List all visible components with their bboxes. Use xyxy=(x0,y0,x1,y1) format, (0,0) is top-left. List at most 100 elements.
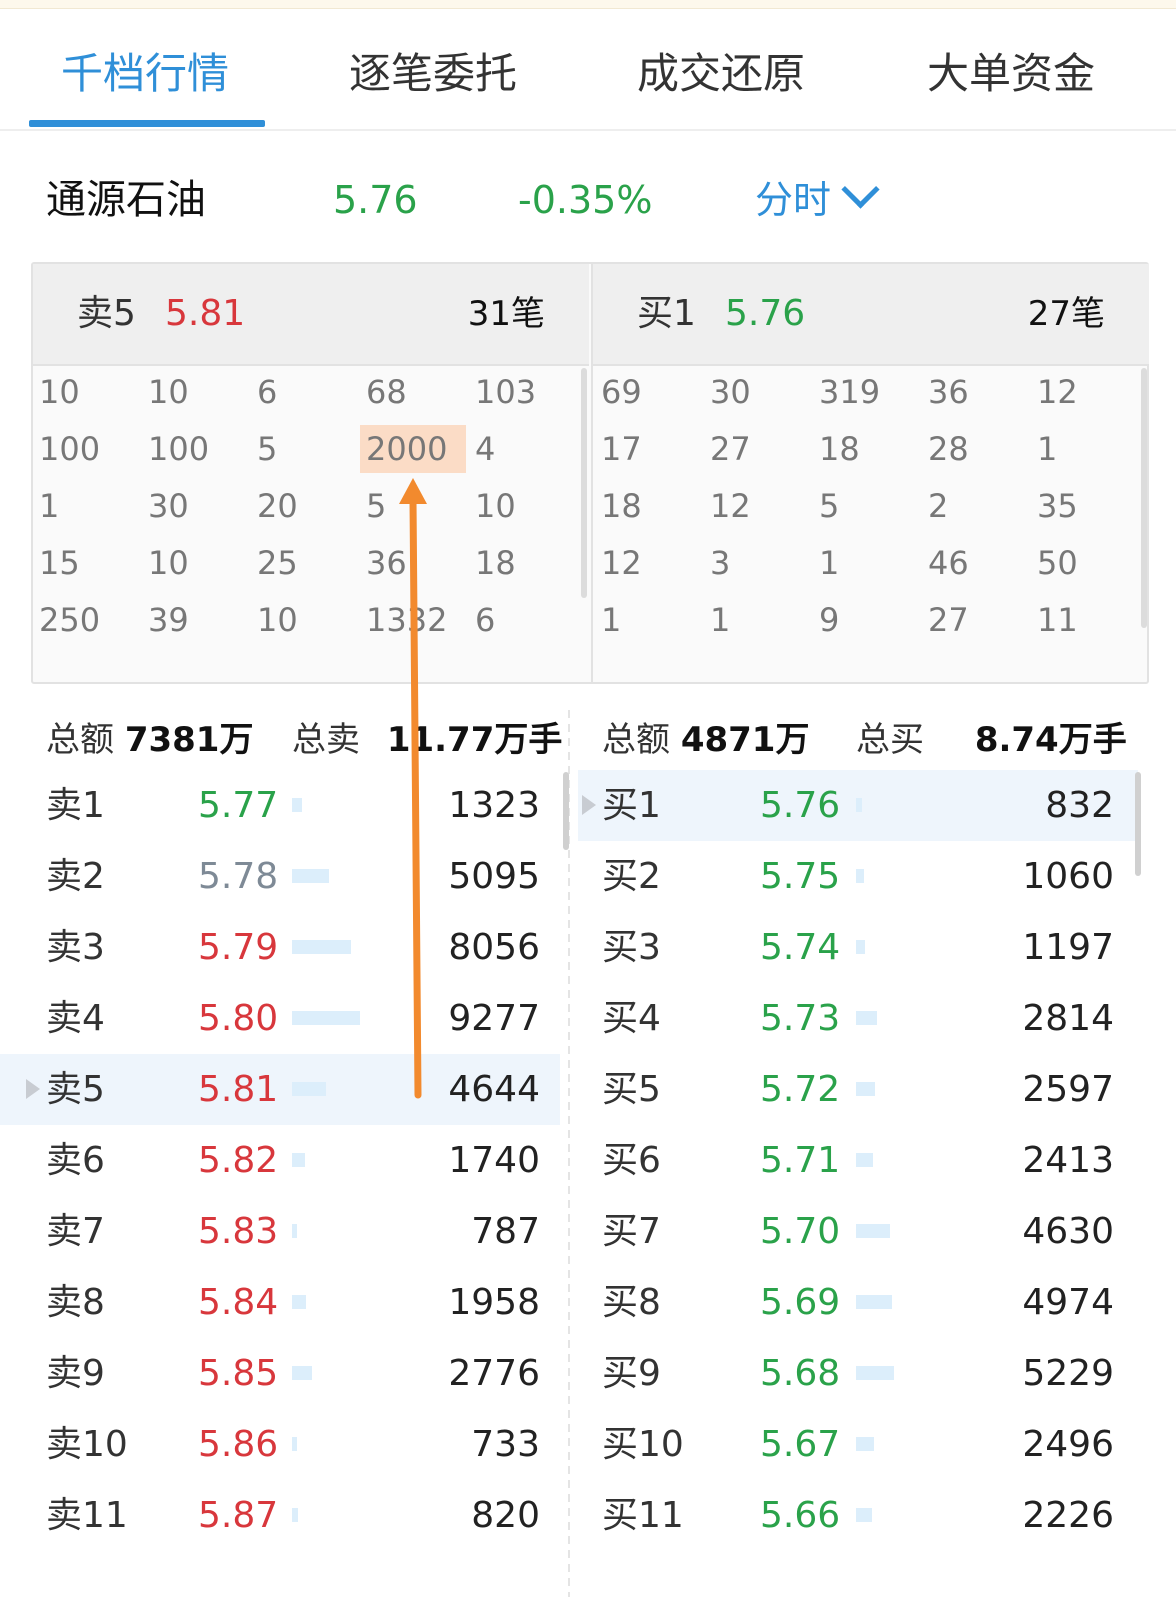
sell-queue-cell: 18 xyxy=(475,544,516,582)
sell-queue-grid: 10 10 6 68 103 100 100 5 2000 4 1 30 20 5 10 15 10 25 36 18… xyxy=(33,368,589,653)
ask-level-row[interactable]: 卖3 5.79 8056 xyxy=(0,912,560,983)
bid-level-volume: 1060 xyxy=(1022,856,1114,897)
ask-level-row[interactable]: 卖2 5.78 5095 xyxy=(0,841,560,912)
bid-volume-bar xyxy=(856,1011,877,1025)
ask-level-volume: 4644 xyxy=(448,1069,540,1110)
buy-queue-row: 1 1 9 27 11 xyxy=(593,596,1149,653)
bid-volume-bar xyxy=(856,940,865,954)
bid-level-label: 买9 xyxy=(602,1353,661,1394)
bid-level-row[interactable]: 买10 5.67 2496 xyxy=(578,1409,1138,1480)
bid-level-price: 5.72 xyxy=(760,1069,841,1110)
tab-bar: 千档行情 逐笔委托 成交还原 大单资金 xyxy=(0,9,1176,131)
ask-level-row[interactable]: 卖1 5.77 1323 xyxy=(0,770,560,841)
bid-level-volume: 2496 xyxy=(1022,1424,1114,1465)
top-strip xyxy=(0,0,1176,9)
bid-book-scrollbar[interactable] xyxy=(1135,772,1141,876)
buy-queue-row: 17 27 18 28 1 xyxy=(593,425,1149,482)
ask-level-price: 5.81 xyxy=(198,1069,279,1110)
sell-queue-header: 卖5 5.81 31笔 xyxy=(33,264,589,366)
period-label: 分时 xyxy=(755,178,832,222)
ask-level-price: 5.78 xyxy=(198,856,279,897)
bid-level-row[interactable]: 买9 5.68 5229 xyxy=(578,1338,1138,1409)
bid-level-label: 买10 xyxy=(602,1424,684,1465)
stock-price: 5.76 xyxy=(333,178,418,222)
stock-name: 通源石油 xyxy=(46,177,206,223)
stock-header: 通源石油 5.76 -0.35% 分时 xyxy=(0,160,1176,240)
bid-level-row[interactable]: 买2 5.75 1060 xyxy=(578,841,1138,912)
bid-level-label: 买3 xyxy=(602,927,661,968)
ask-level-label: 卖2 xyxy=(46,856,105,897)
buy-volume-label: 总买 xyxy=(856,720,924,760)
buy-queue-cell: 3 xyxy=(710,544,731,582)
bid-level-row[interactable]: 买1 5.76 832 xyxy=(578,770,1138,841)
ask-level-row[interactable]: 卖6 5.82 1740 xyxy=(0,1125,560,1196)
bid-level-row[interactable]: 买8 5.69 4974 xyxy=(578,1267,1138,1338)
sell-queue-cell: 6 xyxy=(475,601,496,639)
ask-level-label: 卖3 xyxy=(46,927,105,968)
sell-queue-cell: 10 xyxy=(475,487,516,525)
buy-queue-cell: 27 xyxy=(928,601,969,639)
bid-volume-bar xyxy=(856,1295,892,1309)
ask-volume-bar xyxy=(292,1366,312,1380)
ask-book-scrollbar[interactable] xyxy=(563,772,569,850)
buy-queue-cell: 35 xyxy=(1037,487,1078,525)
order-queue-panel: 卖5 5.81 31笔 10 10 6 68 103 100 100 5 2000 4 1 30 20 5… xyxy=(31,262,1149,684)
tab-thousand-level[interactable]: 千档行情 xyxy=(20,39,270,109)
ask-level-label: 卖1 xyxy=(46,785,105,826)
sell-volume-value: 11.77万手 xyxy=(386,720,563,760)
ask-level-row[interactable]: 卖4 5.80 9277 xyxy=(0,983,560,1054)
bid-level-volume: 5229 xyxy=(1022,1353,1114,1394)
bid-book: 买1 5.76 832 买2 5.75 1060 买3 5.74 1197 买4 5.73 2814 买… xyxy=(578,770,1138,1551)
bid-level-label: 买1 xyxy=(602,785,661,826)
buy-summary: 总额 4871万 xyxy=(602,710,809,770)
ask-level-row[interactable]: 卖11 5.87 820 xyxy=(0,1480,560,1551)
ask-level-row[interactable]: 卖8 5.84 1958 xyxy=(0,1267,560,1338)
buy-queue-price: 5.76 xyxy=(725,293,806,334)
ask-level-row[interactable]: 卖10 5.86 733 xyxy=(0,1409,560,1480)
bid-volume-bar xyxy=(856,1153,873,1167)
ask-level-row[interactable]: 卖7 5.83 787 xyxy=(0,1196,560,1267)
tab-big-order-funds[interactable]: 大单资金 xyxy=(886,39,1136,109)
buy-queue-row: 69 30 319 36 12 xyxy=(593,368,1149,425)
ask-level-label: 卖10 xyxy=(46,1424,128,1465)
sell-queue-cell: 10 xyxy=(39,373,80,411)
bid-level-row[interactable]: 买4 5.73 2814 xyxy=(578,983,1138,1054)
bid-level-volume: 4974 xyxy=(1022,1282,1114,1323)
bid-level-row[interactable]: 买6 5.71 2413 xyxy=(578,1125,1138,1196)
bid-volume-bar xyxy=(856,869,864,883)
buy-queue-scrollbar[interactable] xyxy=(1141,368,1147,628)
sell-queue-row: 100 100 5 2000 4 xyxy=(33,425,589,482)
ask-level-volume: 2776 xyxy=(448,1353,540,1394)
buy-queue-cell: 1 xyxy=(601,601,622,639)
tab-order-by-order[interactable]: 逐笔委托 xyxy=(308,39,558,109)
bid-level-volume: 2814 xyxy=(1022,998,1114,1039)
bid-level-price: 5.75 xyxy=(760,856,841,897)
sell-queue-row: 1 30 20 5 10 xyxy=(33,482,589,539)
ask-level-row[interactable]: 卖5 5.81 4644 xyxy=(0,1054,560,1125)
ask-book: 卖1 5.77 1323 卖2 5.78 5095 卖3 5.79 8056 卖4 5.80 9277… xyxy=(0,770,560,1551)
ask-level-row[interactable]: 卖9 5.85 2776 xyxy=(0,1338,560,1409)
ask-level-price: 5.82 xyxy=(198,1140,279,1181)
bid-level-volume: 2413 xyxy=(1022,1140,1114,1181)
ask-volume-bar xyxy=(292,1011,360,1025)
sell-queue-cell: 250 xyxy=(39,601,101,639)
bid-level-row[interactable]: 买11 5.66 2226 xyxy=(578,1480,1138,1551)
bid-level-volume: 1197 xyxy=(1022,927,1114,968)
bid-level-price: 5.74 xyxy=(760,927,841,968)
sell-queue-cell: 10 xyxy=(148,373,189,411)
bid-volume-bar xyxy=(856,1224,890,1238)
ask-level-label: 卖4 xyxy=(46,998,105,1039)
bid-level-row[interactable]: 买7 5.70 4630 xyxy=(578,1196,1138,1267)
bid-level-price: 5.69 xyxy=(760,1282,841,1323)
stock-change: -0.35% xyxy=(518,178,653,222)
ask-level-volume: 787 xyxy=(471,1211,540,1252)
sell-queue-cell: 100 xyxy=(39,430,101,468)
ask-volume-bar xyxy=(292,1295,306,1309)
sell-queue-cell: 10 xyxy=(257,601,298,639)
sell-queue-scrollbar[interactable] xyxy=(581,368,587,598)
tab-trade-restore[interactable]: 成交还原 xyxy=(596,39,846,109)
sell-queue-label: 卖5 xyxy=(77,293,136,334)
bid-level-row[interactable]: 买5 5.72 2597 xyxy=(578,1054,1138,1125)
bid-level-row[interactable]: 买3 5.74 1197 xyxy=(578,912,1138,983)
period-selector[interactable]: 分时 xyxy=(755,170,880,230)
